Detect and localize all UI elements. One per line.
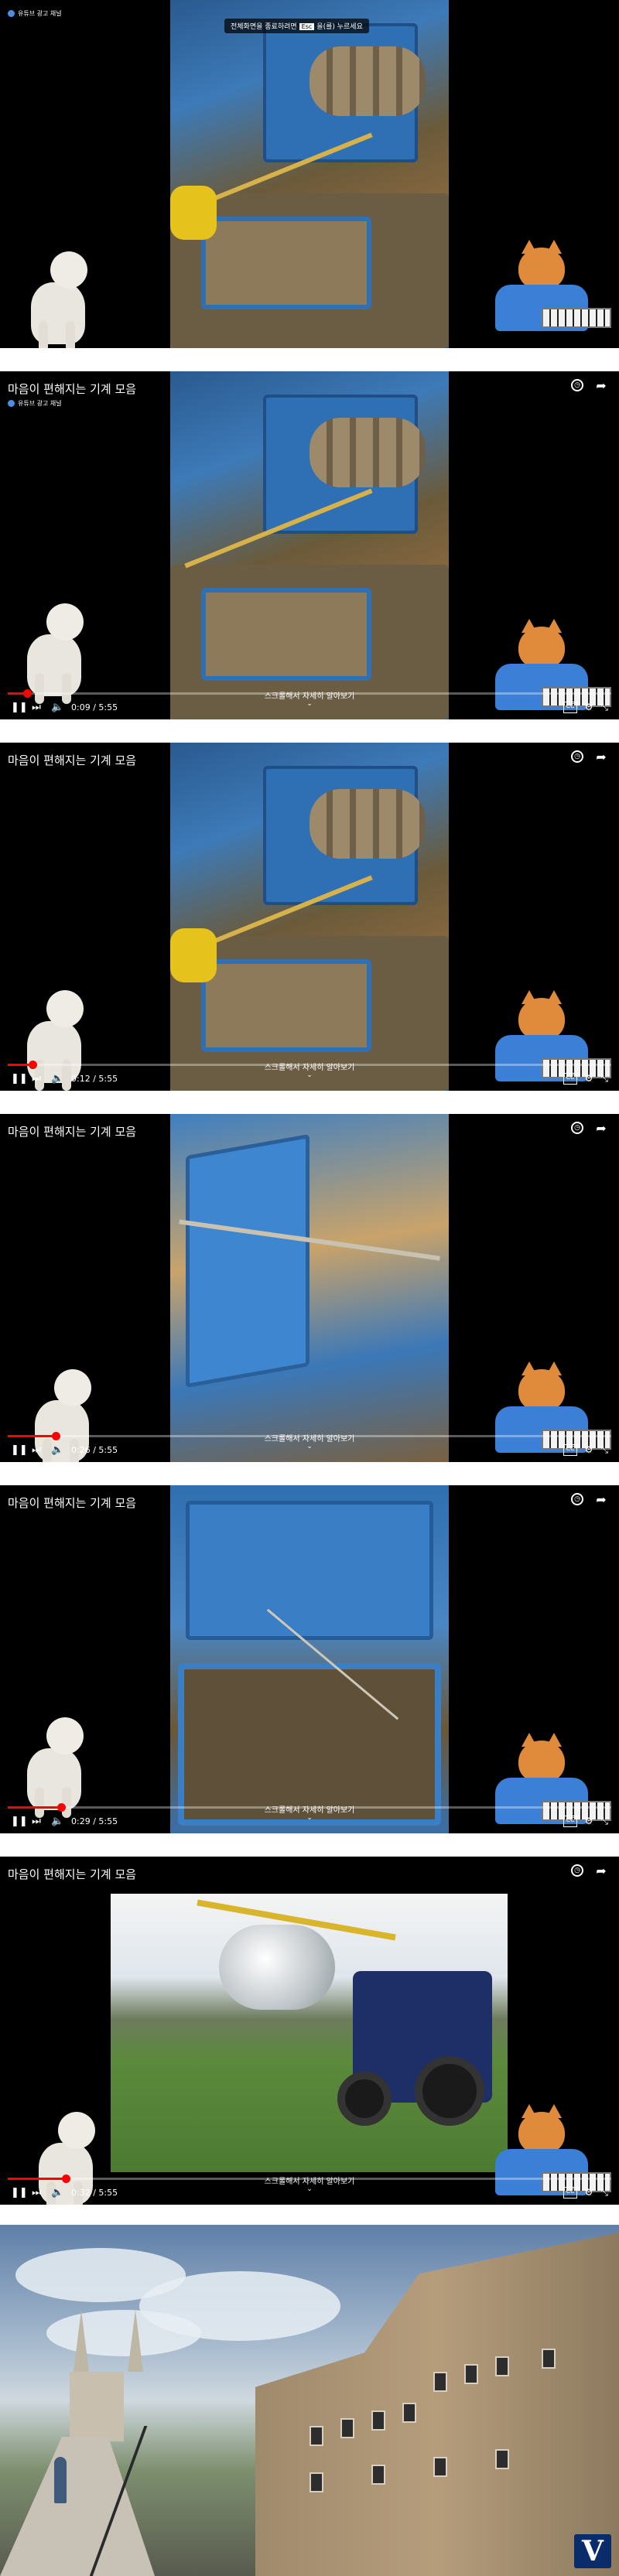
church-spire	[128, 2310, 143, 2372]
chevron-down-icon: ⌄	[306, 1071, 313, 1079]
video-frame-6[interactable]: 마음이 편해지는 기계 모음 ◷ ➦ ❚❚ ⏭ 🔈 0:32 / 5:55 스크…	[0, 1857, 619, 2205]
video-title: 마음이 편해지는 기계 모음	[8, 753, 137, 767]
share-icon[interactable]: ➦	[594, 1864, 608, 1878]
video-content: 전체화면을 종료하려면 Esc 을(를) 누르세요	[170, 0, 449, 348]
video-frame-3[interactable]: 마음이 편해지는 기계 모음 ◷ ➦ ❚❚ ⏭ 🔈 0:12 / 5:55 스크…	[0, 743, 619, 1091]
video-frame-1[interactable]: 유튜브 광고 채널 전체화면을 종료하려면 Esc 을(를) 누르세요	[0, 0, 619, 348]
cc-icon[interactable]: CC	[563, 1073, 577, 1085]
clock-icon[interactable]: ◷	[571, 379, 583, 391]
scroll-hint[interactable]: 스크롤해서 자세히 알아보기 ⌄	[0, 1061, 619, 1079]
walkway	[0, 2437, 155, 2576]
exit-fullscreen-icon[interactable]: ⤡	[600, 1073, 608, 1085]
exit-fullscreen-icon[interactable]: ⤡	[600, 1816, 608, 1827]
video-frame-2[interactable]: 마음이 편해지는 기계 모음 유튜브 광고 채널 ◷ ➦ ❚❚ ⏭ 🔈 0:09…	[0, 371, 619, 719]
glove-graphic	[170, 186, 217, 240]
chevron-down-icon: ⌄	[306, 1814, 313, 1822]
dog-sticker	[23, 251, 101, 348]
share-icon[interactable]: ➦	[594, 1493, 608, 1507]
university-logo[interactable]: V	[574, 2534, 611, 2568]
cc-icon[interactable]: CC	[563, 2187, 577, 2198]
tractor-tire	[337, 2072, 392, 2126]
channel-name: 유튜브 광고 채널	[18, 10, 62, 17]
channel-tag[interactable]: 유튜브 광고 채널	[8, 9, 62, 18]
gear-icon[interactable]: ⚙	[585, 2187, 593, 2198]
video-content	[170, 743, 449, 1091]
clock-icon[interactable]: ◷	[571, 750, 583, 763]
scroll-hint[interactable]: 스크롤해서 자세히 알아보기 ⌄	[0, 689, 619, 708]
chevron-down-icon: ⌄	[306, 2185, 313, 2193]
clock-icon[interactable]: ◷	[571, 1864, 583, 1877]
video-title: 마음이 편해지는 기계 모음	[8, 1867, 137, 1881]
clock-icon[interactable]: ◷	[571, 1493, 583, 1505]
roller-graphic	[310, 46, 426, 116]
cc-icon[interactable]: CC	[563, 702, 577, 713]
cc-icon[interactable]: CC	[563, 1816, 577, 1827]
video-title: 마음이 편해지는 기계 모음	[8, 382, 137, 396]
share-icon[interactable]: ➦	[594, 750, 608, 764]
video-content	[170, 1114, 449, 1462]
church-building	[70, 2372, 124, 2441]
gear-icon[interactable]: ⚙	[585, 1444, 593, 1456]
video-content	[170, 1485, 449, 1833]
tray-graphic	[201, 217, 371, 309]
scroll-hint[interactable]: 스크롤해서 자세히 알아보기 ⌄	[0, 1432, 619, 1450]
cat-sticker	[495, 240, 611, 333]
video-title: 마음이 편해지는 기계 모음	[8, 1496, 137, 1510]
tractor-tire	[415, 2056, 484, 2126]
share-icon[interactable]: ➦	[594, 1122, 608, 1136]
gear-icon[interactable]: ⚙	[585, 1073, 593, 1085]
exit-fullscreen-icon[interactable]: ⤡	[600, 2187, 608, 2198]
channel-avatar	[8, 10, 15, 17]
chevron-down-icon: ⌄	[306, 700, 313, 708]
clock-icon[interactable]: ◷	[571, 1122, 583, 1134]
cc-icon[interactable]: CC	[563, 1444, 577, 1456]
share-icon[interactable]: ➦	[594, 379, 608, 393]
fullscreen-exit-hint: 전체화면을 종료하려면 Esc 을(를) 누르세요	[224, 19, 369, 33]
scroll-hint[interactable]: 스크롤해서 자세히 알아보기 ⌄	[0, 2175, 619, 2193]
video-frame-4[interactable]: 마음이 편해지는 기계 모음 ◷ ➦ ❚❚ ⏭ 🔈 0:26 / 5:55 스크…	[0, 1114, 619, 1462]
gear-icon[interactable]: ⚙	[585, 1816, 593, 1827]
video-title: 마음이 편해지는 기계 모음	[8, 1125, 137, 1139]
chevron-down-icon: ⌄	[306, 1443, 313, 1450]
video-content	[170, 371, 449, 719]
exit-fullscreen-icon[interactable]: ⤡	[600, 1444, 608, 1456]
gear-icon[interactable]: ⚙	[585, 702, 593, 713]
video-frame-5[interactable]: 마음이 편해지는 기계 모음 ◷ ➦ ❚❚ ⏭ 🔈 0:29 / 5:55 스크…	[0, 1485, 619, 1833]
church-spire	[74, 2310, 89, 2372]
channel-name: 유튜브 광고 채널	[18, 400, 62, 407]
hay-bale-graphic	[219, 1925, 335, 2010]
video-content	[111, 1894, 508, 2172]
exit-fullscreen-icon[interactable]: ⤡	[600, 702, 608, 713]
channel-tag[interactable]: 유튜브 광고 채널	[8, 399, 62, 408]
channel-avatar	[8, 400, 15, 407]
scroll-hint[interactable]: 스크롤해서 자세히 알아보기 ⌄	[0, 1803, 619, 1822]
pedestrian	[54, 2457, 67, 2503]
campus-banner: V	[0, 2225, 619, 2576]
